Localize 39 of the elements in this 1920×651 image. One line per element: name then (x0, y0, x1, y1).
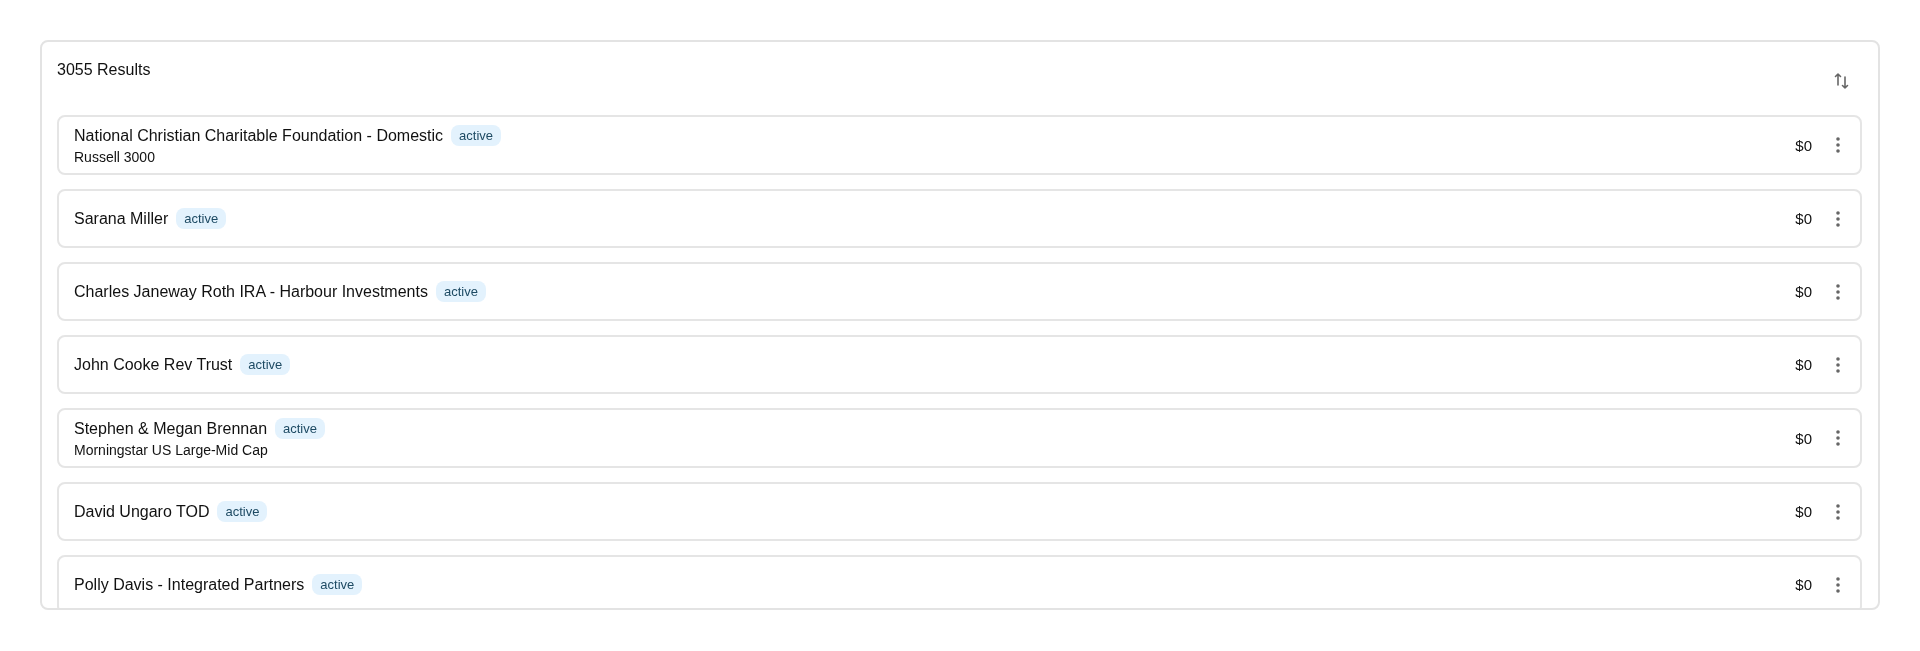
status-badge: active (312, 574, 363, 595)
account-name: National Christian Charitable Foundation - Domestic (74, 126, 444, 145)
results-count: 3055 Results (57, 61, 151, 79)
account-row[interactable]: Sarana Miller active $0 (57, 189, 1862, 248)
more-options-icon (1836, 137, 1840, 153)
account-name: Stephen & Megan Brennan (74, 419, 268, 438)
status-badge: active (275, 418, 325, 439)
account-amount: $0 (1795, 210, 1812, 227)
account-name: John Cooke Rev Trust (74, 355, 233, 374)
account-benchmark: Russell 3000 (74, 149, 156, 165)
account-amount: $0 (1795, 576, 1812, 593)
status-badge: active (217, 501, 268, 522)
account-amount: $0 (1795, 356, 1812, 373)
account-name: Sarana Miller (74, 209, 169, 228)
more-options-icon (1836, 503, 1840, 520)
account-name: David Ungaro TOD (74, 502, 210, 521)
account-amount: $0 (1795, 429, 1812, 447)
more-options-icon (1836, 430, 1840, 446)
more-options-icon (1836, 210, 1840, 227)
account-amount: $0 (1795, 283, 1812, 300)
account-amount: $0 (1795, 136, 1812, 154)
more-options-icon (1836, 283, 1840, 300)
sort-icon (1834, 72, 1850, 90)
account-row[interactable]: Charles Janeway Roth IRA - Harbour Investments active $0 (57, 262, 1862, 321)
account-row[interactable]: Polly Davis - Integrated Partners active $0 (57, 555, 1862, 608)
account-name: Charles Janeway Roth IRA - Harbour Investments (74, 282, 428, 301)
account-amount: $0 (1795, 503, 1812, 520)
more-options-icon (1836, 356, 1840, 373)
status-badge: active (176, 208, 227, 229)
account-row[interactable]: Stephen & Megan Brennan active Morningstar US Large-Mid Cap $0 (57, 408, 1862, 468)
account-benchmark: Morningstar US Large-Mid Cap (74, 442, 269, 458)
status-badge: active (240, 354, 291, 375)
account-name: Polly Davis - Integrated Partners (74, 575, 305, 594)
status-badge: active (451, 125, 502, 146)
status-badge: active (435, 281, 486, 302)
more-options-icon (1836, 576, 1840, 593)
account-row[interactable]: David Ungaro TOD active $0 (57, 482, 1862, 541)
account-row[interactable]: John Cooke Rev Trust active $0 (57, 335, 1862, 394)
account-row[interactable]: National Christian Charitable Foundation - Domestic active Russell 3000 $0 (57, 115, 1862, 175)
